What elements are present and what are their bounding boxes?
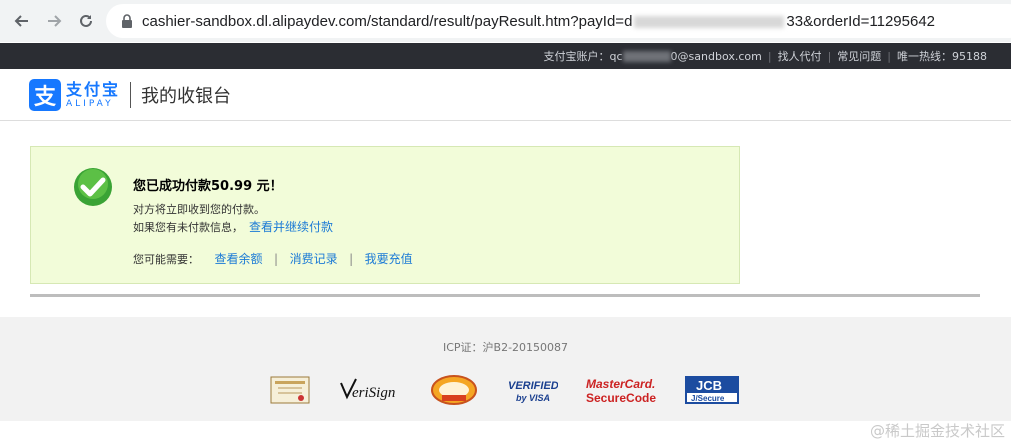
- verisign-badge[interactable]: eriSign: [338, 373, 404, 407]
- certificate-badge[interactable]: [270, 373, 310, 407]
- logo-divider: [130, 82, 132, 108]
- svg-text:eriSign: eriSign: [352, 385, 395, 401]
- url-text: cashier-sandbox.dl.alipaydev.com/standar…: [142, 12, 936, 30]
- mastercard-securecode-badge[interactable]: MasterCard. SecureCode.: [584, 373, 656, 407]
- success-line1: 对方将立即收到您的付款。: [133, 203, 265, 216]
- agent-pay-link[interactable]: 找人代付: [778, 48, 822, 64]
- jcb-jsecure-badge[interactable]: JCB J/Secure: [684, 373, 740, 407]
- account-label: 支付宝账户：: [543, 50, 610, 63]
- faq-link[interactable]: 常见问题: [837, 48, 881, 64]
- alipay-logo[interactable]: 支 支付宝 ALIPAY 我的收银台: [29, 79, 231, 111]
- logo-cn-text: 支付宝: [66, 79, 121, 99]
- hotline-text: 唯一热线：95188: [897, 50, 987, 63]
- svg-text:MasterCard.: MasterCard.: [586, 377, 655, 391]
- alipay-logo-icon: 支: [29, 79, 61, 111]
- success-line2: 如果您有未付款信息， 查看并继续付款: [133, 220, 334, 234]
- suggestions-row: 您可能需要： 查看余额 | 消费记录 | 我要充值: [133, 252, 413, 266]
- divider: |: [887, 49, 891, 63]
- forward-arrow-icon[interactable]: [44, 11, 64, 31]
- page-title: 我的收银台: [141, 86, 232, 107]
- redacted-account: [622, 50, 671, 62]
- divider: |: [349, 252, 354, 266]
- page-header: 支 支付宝 ALIPAY 我的收银台: [0, 69, 1011, 121]
- watermark: @稀土掘金技术社区: [869, 422, 1005, 440]
- svg-text:JCB: JCB: [696, 378, 722, 393]
- page-footer: ICP证：沪B2-20150087 eriSign VERIFIED by VIS…: [0, 317, 1011, 421]
- account-prefix: qc: [609, 49, 623, 63]
- browser-toolbar: cashier-sandbox.dl.alipaydev.com/standar…: [0, 0, 1011, 42]
- icp-license: ICP证：沪B2-20150087: [442, 341, 569, 354]
- address-bar[interactable]: cashier-sandbox.dl.alipaydev.com/standar…: [106, 4, 1011, 38]
- top-up-link[interactable]: 我要充值: [365, 252, 413, 266]
- section-divider: [30, 294, 980, 297]
- success-check-icon: [74, 168, 112, 206]
- svg-text:SecureCode.: SecureCode.: [586, 391, 656, 405]
- lock-icon: [122, 14, 132, 28]
- transaction-history-link[interactable]: 消费记录: [290, 252, 338, 266]
- svg-text:by VISA: by VISA: [516, 393, 550, 403]
- reload-icon[interactable]: [76, 11, 96, 31]
- continue-payment-link[interactable]: 查看并继续付款: [249, 220, 333, 234]
- verified-by-visa-badge[interactable]: VERIFIED by VISA: [506, 373, 558, 407]
- success-title: 您已成功付款50.99 元！: [133, 179, 283, 194]
- check-balance-link[interactable]: 查看余额: [215, 252, 263, 266]
- svg-text:J/Secure: J/Secure: [691, 394, 725, 403]
- account-suffix: 0@sandbox.com: [670, 49, 762, 63]
- account-topbar: 支付宝账户： qc 0@sandbox.com | 找人代付 | 常见问题 | 唯…: [0, 43, 1011, 69]
- logo-en-text: ALIPAY: [66, 98, 114, 109]
- redacted-pay-id: [634, 15, 785, 28]
- security-badges: eriSign VERIFIED by VISA MasterCard. Secur…: [268, 373, 748, 409]
- payment-success-panel: 您已成功付款50.99 元！ 对方将立即收到您的付款。 如果您有未付款信息， 查看…: [30, 146, 740, 284]
- back-arrow-icon[interactable]: [12, 11, 32, 31]
- divider: |: [767, 49, 772, 63]
- pci-dss-badge[interactable]: [430, 373, 478, 407]
- svg-text:VERIFIED: VERIFIED: [508, 380, 558, 392]
- divider: |: [827, 49, 832, 63]
- divider: |: [274, 252, 279, 266]
